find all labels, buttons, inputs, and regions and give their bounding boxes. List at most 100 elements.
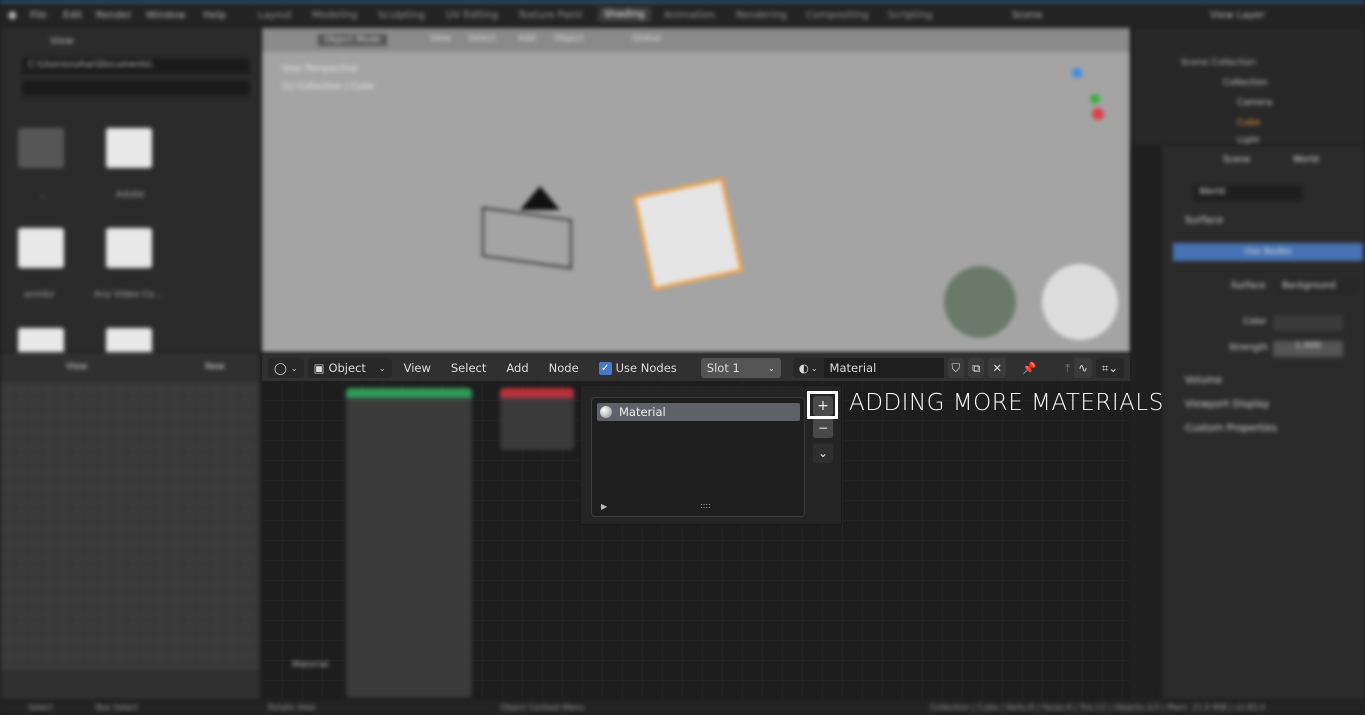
viewport-display-section[interactable]: Viewport Display <box>1185 399 1269 410</box>
outliner[interactable]: Scene Collection Collection Camera Cube … <box>1133 28 1365 146</box>
filter-expand-toggle[interactable]: ▶ <box>601 502 607 511</box>
menu-view[interactable]: View <box>396 361 439 375</box>
material-slot-item[interactable]: Material <box>597 403 800 421</box>
status-rotate: Rotate View <box>268 703 316 712</box>
navigation-gizmo[interactable] <box>1072 68 1082 78</box>
material-sphere-icon <box>600 406 612 418</box>
remove-material-slot-button[interactable]: − <box>813 418 833 438</box>
surface-select[interactable]: Background <box>1278 279 1358 295</box>
outliner-item[interactable]: Collection <box>1223 78 1268 88</box>
outliner-item[interactable]: Cube <box>1237 118 1260 128</box>
fake-user-shield-icon[interactable]: ⛉ <box>947 358 965 378</box>
properties-editor[interactable]: Scene World World Surface Use Nodes Surf… <box>1133 145 1365 700</box>
outliner-title: Scene Collection <box>1181 58 1256 68</box>
status-stats: Collection | Cube | Verts:8 | Faces:6 | … <box>930 703 1265 712</box>
transform-orientation[interactable]: Global <box>632 34 661 44</box>
menu-file[interactable]: File <box>30 10 47 21</box>
camera-object[interactable] <box>482 206 572 270</box>
mode-select[interactable]: Object Mode <box>318 34 387 46</box>
blender-logo-icon[interactable]: ● <box>8 10 17 21</box>
scene-name[interactable]: Scene <box>1012 10 1043 21</box>
hdri-preview-sphere <box>944 266 1016 338</box>
pin-icon[interactable]: 📌 <box>1022 361 1036 375</box>
tab-sculpting[interactable]: Sculpting <box>378 10 425 21</box>
status-box-select: Box Select <box>96 703 139 712</box>
snap-icon[interactable]: ∿ <box>1074 358 1092 378</box>
volume-section[interactable]: Volume <box>1185 375 1222 386</box>
object-type-select[interactable]: ▣ Object ⌄ <box>307 358 392 378</box>
editor-type-button[interactable]: ◯ ⌄ <box>268 358 304 378</box>
color-field[interactable] <box>1273 315 1343 331</box>
image-new-button[interactable]: New <box>205 362 225 372</box>
image-view-menu[interactable]: View <box>66 362 87 372</box>
3d-viewport[interactable]: Object Mode View Select Add Object Globa… <box>262 28 1130 352</box>
menu-node[interactable]: Node <box>541 361 587 375</box>
menu-help[interactable]: Help <box>203 10 226 21</box>
file-browser: View C:\Users\nuhar\Documents\ .. Adobe … <box>0 28 260 368</box>
principled-bsdf-node[interactable] <box>346 388 472 698</box>
material-browse[interactable]: ◐ ⌄ Material <box>792 358 944 378</box>
material-slot-name: Material <box>619 405 666 419</box>
strength-field[interactable]: 1.000 <box>1273 341 1343 357</box>
tab-texture-paint[interactable]: Texture Paint <box>518 10 583 21</box>
menu-render[interactable]: Render <box>96 10 132 21</box>
node-editor-icon: ◯ <box>274 361 287 375</box>
filename-field[interactable] <box>22 80 250 96</box>
viewport-menu-select[interactable]: Select <box>468 34 496 44</box>
viewport-menu-view[interactable]: View <box>430 34 451 44</box>
folder-icon[interactable] <box>106 128 152 168</box>
use-nodes-checkbox[interactable]: ✓ <box>598 361 612 375</box>
top-bar: ● File Edit Render Window Help Layout Mo… <box>0 0 1365 28</box>
folder-label: .. <box>40 190 46 200</box>
snap-grid-icon[interactable]: ⌗⌄ <box>1095 358 1124 378</box>
parent-folder-icon[interactable] <box>18 128 64 168</box>
folder-icon[interactable] <box>18 228 64 268</box>
file-view-menu[interactable]: View <box>50 36 74 47</box>
outliner-item[interactable]: Camera <box>1237 98 1272 108</box>
tab-layout[interactable]: Layout <box>258 10 292 21</box>
menu-window[interactable]: Window <box>146 10 185 21</box>
tab-rendering[interactable]: Rendering <box>736 10 787 21</box>
world-name-field[interactable]: World <box>1193 185 1303 201</box>
tab-scripting[interactable]: Scripting <box>888 10 932 21</box>
menu-edit[interactable]: Edit <box>63 10 82 21</box>
tab-animation[interactable]: Animation <box>664 10 715 21</box>
unlink-close-icon[interactable]: ✕ <box>988 358 1007 378</box>
tab-shading[interactable]: Shading <box>598 7 651 22</box>
slot-specials-menu-button[interactable]: ⌄ <box>813 443 833 463</box>
path-field[interactable]: C:\Users\nuhar\Documents\ <box>22 58 250 74</box>
status-bar: Select Box Select Rotate View Object Con… <box>0 700 1365 715</box>
tab-uv-editing[interactable]: UV Editing <box>446 10 498 21</box>
tab-compositing[interactable]: Compositing <box>806 10 869 21</box>
tab-scene[interactable]: Scene <box>1223 155 1250 165</box>
slot-select[interactable]: Slot 1 ⌄ <box>700 358 781 378</box>
status-context-menu: Object Context Menu <box>500 703 585 712</box>
use-nodes-button[interactable]: Use Nodes <box>1173 243 1363 261</box>
viewport-menu-object[interactable]: Object <box>554 34 583 44</box>
folder-icon[interactable] <box>106 228 152 268</box>
strength-label: Strength <box>1229 343 1268 353</box>
parent-node-tree-icon[interactable]: ⤒ <box>1065 361 1070 376</box>
image-editor[interactable]: View New <box>0 352 260 700</box>
view-layer-name[interactable]: View Layer <box>1210 10 1265 21</box>
frame-label: Material <box>292 660 329 670</box>
tab-modeling[interactable]: Modeling <box>312 10 358 21</box>
folder-label: Adobe <box>116 190 145 200</box>
surface-section[interactable]: Surface <box>1185 215 1223 226</box>
slot-label: Slot 1 <box>706 361 740 375</box>
menu-add[interactable]: Add <box>498 361 536 375</box>
material-output-node[interactable] <box>500 388 574 450</box>
folder-label: anmkz <box>24 290 54 300</box>
list-resize-grip[interactable]: :::: <box>700 501 711 510</box>
duplicate-material-icon[interactable]: ⧉ <box>968 358 985 378</box>
custom-properties-section[interactable]: Custom Properties <box>1185 423 1277 434</box>
menu-select[interactable]: Select <box>443 361 494 375</box>
folder-label: Any Video Co... <box>94 290 163 300</box>
viewport-menu-add[interactable]: Add <box>518 34 535 44</box>
status-select: Select <box>28 703 53 712</box>
tab-world[interactable]: World <box>1293 155 1319 165</box>
cube-object[interactable] <box>633 177 743 291</box>
properties-tab-column[interactable] <box>1133 145 1162 700</box>
material-slot-list[interactable]: Material ▶ :::: <box>591 397 805 517</box>
material-name-field[interactable]: Material <box>823 358 944 378</box>
